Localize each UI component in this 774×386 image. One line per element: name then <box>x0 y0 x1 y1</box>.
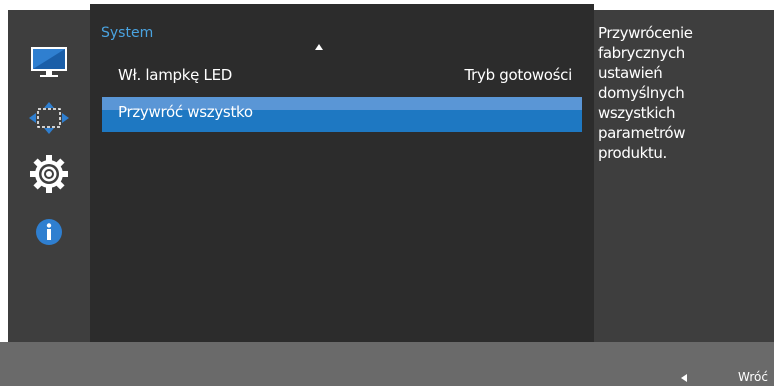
description-line: wszystkich <box>598 104 676 122</box>
info-icon <box>36 219 62 245</box>
settings-panel: System Wł. lampkę LED Tryb gotowości Prz… <box>90 4 594 350</box>
sidebar-item-system[interactable] <box>8 152 90 196</box>
menu-item-label: Wł. lampkę LED <box>118 66 232 84</box>
scroll-up-icon[interactable] <box>315 44 323 50</box>
sidebar-item-picture[interactable] <box>8 40 90 84</box>
osd-menu: System Wł. lampkę LED Tryb gotowości Prz… <box>0 0 774 386</box>
category-sidebar <box>8 10 90 342</box>
sidebar-item-information[interactable] <box>8 210 90 254</box>
description-panel: Przywrócenie fabrycznych ustawień domyśl… <box>594 10 774 342</box>
move-arrows-icon <box>29 102 69 134</box>
menu-item-value: Tryb gotowości <box>464 66 572 84</box>
description-line: ustawień <box>598 64 663 82</box>
monitor-icon <box>31 47 67 77</box>
back-arrow-icon[interactable] <box>681 374 687 382</box>
description-line: domyślnych <box>598 84 685 102</box>
description-line: fabrycznych <box>598 44 685 62</box>
description-line: Przywrócenie <box>598 24 693 42</box>
description-text: Przywrócenie fabrycznych ustawień domyśl… <box>598 23 718 163</box>
sidebar-item-position[interactable] <box>8 96 90 140</box>
back-button[interactable]: Wróć <box>738 370 768 384</box>
description-line: produktu. <box>598 144 667 162</box>
menu-item-led[interactable]: Wł. lampkę LED Tryb gotowości <box>102 59 582 93</box>
menu-item-reset-all[interactable]: Przywróć wszystko <box>102 97 582 132</box>
footer-bar: Wróć <box>0 342 774 386</box>
panel-title: System <box>101 25 154 41</box>
description-line: parametrów <box>598 124 686 142</box>
gear-icon <box>30 155 68 193</box>
menu-item-label: Przywróć wszystko <box>118 103 253 121</box>
